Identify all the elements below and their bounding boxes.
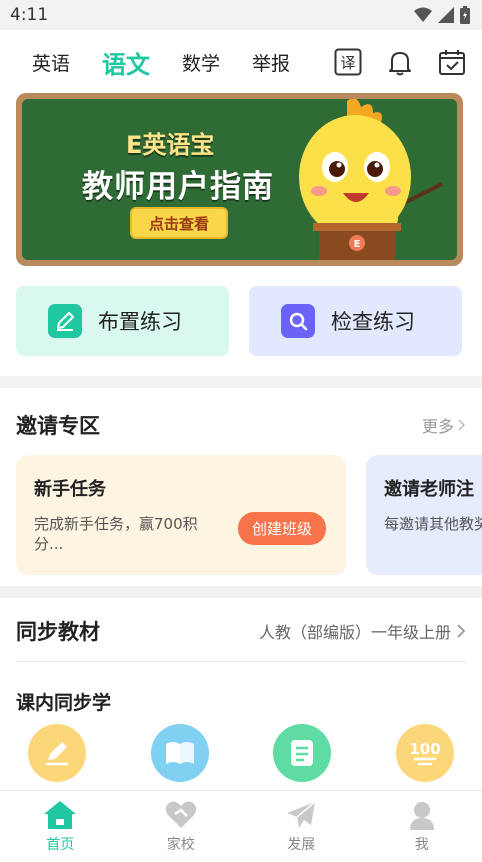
invite-more-link[interactable]: 更多 bbox=[422, 413, 466, 437]
svg-text:译: 译 bbox=[340, 54, 355, 72]
banner-title-large: 教师用户指南 bbox=[82, 169, 274, 205]
quick-actions: 布置练习 检查练习 bbox=[16, 286, 462, 356]
nav-growth-label: 发展 bbox=[287, 836, 316, 853]
in-class-sync-title: 课内同步学 bbox=[16, 692, 112, 714]
heart-handshake-icon bbox=[165, 801, 197, 828]
banner-title-small: E英语宝 bbox=[126, 131, 215, 159]
nav-school-label: 家校 bbox=[166, 836, 195, 853]
invite-teacher-card[interactable]: 邀请老师注 每邀请其他教奖励5积分，每 bbox=[366, 455, 482, 575]
calendar-check-icon[interactable] bbox=[438, 48, 466, 76]
tab-chinese[interactable]: 语文 bbox=[102, 45, 150, 80]
score-100-tool-icon[interactable]: 100 bbox=[395, 724, 454, 782]
card-title: 新手任务 bbox=[34, 479, 106, 500]
status-icons bbox=[414, 6, 470, 24]
teacher-guide-banner[interactable]: E英语宝 教师用户指南 点击查看 E bbox=[16, 93, 463, 266]
card-desc: 每邀请其他教奖励5积分，每 bbox=[384, 515, 482, 533]
edition-label: 人教（部编版）一年级上册 bbox=[258, 622, 451, 642]
signal-icon bbox=[438, 7, 454, 23]
bottom-nav: 首页 家校 发展 我 bbox=[0, 790, 482, 862]
assign-practice-label: 布置练习 bbox=[98, 310, 182, 334]
newbie-task-card[interactable]: 新手任务 完成新手任务，赢700积分... 创建班级 bbox=[16, 455, 346, 575]
bell-icon[interactable] bbox=[386, 48, 414, 76]
check-practice-label: 检查练习 bbox=[331, 310, 415, 334]
more-label: 更多 bbox=[421, 417, 454, 436]
pencil-icon bbox=[48, 304, 82, 338]
card-desc: 完成新手任务，赢700积分... bbox=[34, 515, 198, 553]
textbook-title: 同步教材 bbox=[16, 619, 100, 644]
create-class-button[interactable]: 创建班级 bbox=[237, 512, 326, 545]
search-icon bbox=[281, 304, 315, 338]
status-time: 4:11 bbox=[10, 5, 49, 25]
book-tool-icon[interactable] bbox=[150, 724, 209, 782]
section-divider bbox=[0, 376, 482, 388]
textbook-edition-selector[interactable]: 人教（部编版）一年级上册 bbox=[259, 619, 466, 643]
notes-tool-icon[interactable] bbox=[273, 724, 332, 782]
nav-home-label: 首页 bbox=[46, 836, 75, 853]
paper-plane-icon bbox=[287, 800, 316, 828]
study-tools: 100 bbox=[28, 724, 454, 782]
battery-icon bbox=[460, 6, 470, 24]
svg-text:100: 100 bbox=[409, 740, 440, 758]
textbook-header: 同步教材 人教（部编版）一年级上册 bbox=[16, 620, 466, 662]
nav-school[interactable]: 家校 bbox=[141, 800, 221, 854]
tab-english[interactable]: 英语 bbox=[32, 49, 70, 76]
invite-section-title: 邀请专区 bbox=[16, 414, 100, 438]
nav-home[interactable]: 首页 bbox=[20, 800, 100, 854]
view-guide-button[interactable]: 点击查看 bbox=[130, 207, 228, 239]
svg-text:E: E bbox=[354, 239, 361, 250]
assign-practice-button[interactable]: 布置练习 bbox=[16, 286, 229, 356]
tab-math[interactable]: 数学 bbox=[182, 49, 220, 76]
user-icon bbox=[409, 801, 434, 830]
section-divider bbox=[0, 586, 482, 598]
home-icon bbox=[44, 800, 77, 829]
chevron-right-icon bbox=[457, 623, 466, 638]
tab-report[interactable]: 举报 bbox=[252, 49, 290, 76]
chalkboard: E英语宝 教师用户指南 点击查看 E bbox=[22, 99, 457, 260]
dinosaur-mascot-icon: E bbox=[299, 99, 443, 260]
translate-icon[interactable]: 译 bbox=[334, 48, 362, 76]
status-bar: 4:11 bbox=[0, 0, 482, 30]
nav-me-label: 我 bbox=[414, 836, 429, 853]
nav-growth[interactable]: 发展 bbox=[261, 800, 341, 854]
wifi-icon bbox=[414, 7, 432, 22]
subject-tabs: 英语 语文 数学 举报 译 bbox=[0, 30, 482, 94]
invite-cards: 新手任务 完成新手任务，赢700积分... 创建班级 邀请老师注 每邀请其他教奖… bbox=[16, 455, 482, 575]
nav-me[interactable]: 我 bbox=[382, 800, 462, 854]
invite-section-header: 邀请专区 更多 bbox=[16, 410, 466, 440]
write-tool-icon[interactable] bbox=[28, 724, 86, 782]
card-title: 邀请老师注 bbox=[384, 479, 474, 500]
chevron-right-icon bbox=[458, 419, 466, 431]
check-practice-button[interactable]: 检查练习 bbox=[249, 286, 462, 356]
